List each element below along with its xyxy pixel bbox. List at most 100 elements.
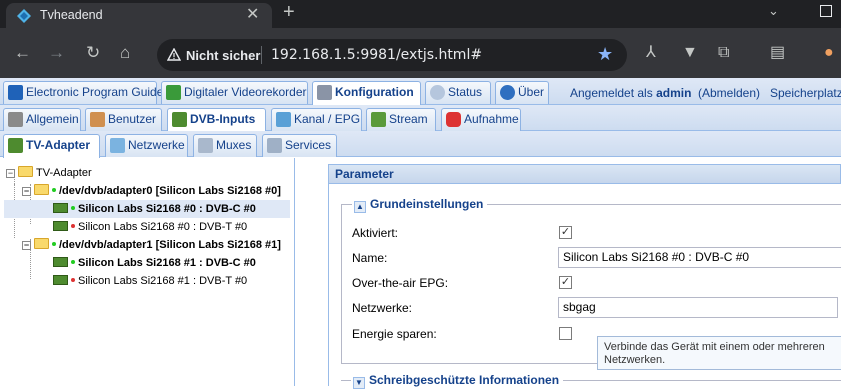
extensions-icon[interactable]: ⧉ bbox=[718, 44, 729, 62]
security-indicator[interactable]: Nicht sicher bbox=[167, 47, 260, 63]
vpn-icon[interactable]: ▼ bbox=[682, 44, 698, 62]
epg-icon bbox=[8, 85, 23, 100]
download-icon bbox=[166, 85, 181, 100]
tuner-card-icon bbox=[53, 221, 68, 231]
tv-icon bbox=[276, 112, 291, 127]
tab-epg[interactable]: Electronic Program Guide bbox=[3, 81, 163, 104]
status-dot-icon bbox=[52, 188, 56, 192]
tvheadend-favicon-icon bbox=[17, 9, 31, 23]
networks-tooltip: Verbinde das Gerät mit einem oder mehrer… bbox=[597, 336, 841, 370]
tuner-card-icon bbox=[8, 138, 23, 153]
tree-a1-dvbt[interactable]: Silicon Labs Si2168 #1 : DVB-T #0 bbox=[53, 272, 247, 290]
tab-configuration[interactable]: Konfiguration bbox=[312, 81, 421, 105]
tab-users[interactable]: Benutzer bbox=[85, 108, 162, 131]
collapse-icon[interactable]: − bbox=[6, 169, 15, 178]
antenna-icon bbox=[110, 138, 125, 153]
tab-status[interactable]: Status bbox=[425, 81, 491, 104]
home-icon[interactable]: ⌂ bbox=[120, 43, 130, 63]
rec-icon bbox=[446, 112, 461, 127]
parameter-header: Parameter bbox=[328, 164, 841, 184]
close-tab-icon[interactable]: ✕ bbox=[246, 5, 259, 25]
config-tabstrip: Allgemein Benutzer DVB-Inputs Kanal / EP… bbox=[0, 105, 841, 132]
profile-avatar[interactable]: ● bbox=[824, 44, 834, 62]
services-icon bbox=[267, 138, 282, 153]
tab-channel-epg[interactable]: Kanal / EPG bbox=[271, 108, 362, 131]
translate-icon[interactable]: ⅄ bbox=[646, 44, 656, 62]
tab-muxes[interactable]: Muxes bbox=[193, 134, 257, 157]
power-save-checkbox[interactable] bbox=[559, 327, 572, 340]
collapse-icon[interactable]: − bbox=[22, 241, 31, 250]
reload-icon[interactable]: ↻ bbox=[86, 43, 100, 63]
storage-label: Speicherplatz: bbox=[770, 86, 841, 100]
tree-a1-dvbc[interactable]: Silicon Labs Si2168 #1 : DVB-C #0 bbox=[53, 254, 256, 272]
status-dot-icon bbox=[71, 260, 75, 264]
power-save-label: Energie sparen: bbox=[352, 327, 437, 341]
main-tabstrip: Electronic Program Guide Digitaler Video… bbox=[0, 78, 841, 105]
tab-tv-adapters[interactable]: TV-Adapter bbox=[3, 134, 100, 158]
browser-tab[interactable]: Tvheadend ✕ bbox=[6, 3, 272, 28]
bookmark-star-icon[interactable]: ★ bbox=[597, 44, 613, 65]
tree-adapter1[interactable]: −/dev/dvb/adapter1 [Silicon Labs Si2168 … bbox=[22, 236, 281, 254]
status-dot-icon bbox=[71, 224, 75, 228]
new-tab-icon[interactable]: + bbox=[283, 2, 295, 22]
tuner-card-icon bbox=[53, 257, 68, 267]
browser-toolbar: ← → ↻ ⌂ Nicht sicher 192.168.1.5:9981/ex… bbox=[0, 28, 841, 78]
dvb-tabstrip: TV-Adapter Netzwerke Muxes Services bbox=[0, 131, 841, 158]
forward-icon[interactable]: → bbox=[48, 43, 65, 63]
readonly-fieldset: ▼ Schreibgeschützte Informationen bbox=[341, 372, 841, 390]
tab-dvr[interactable]: Digitaler Videorekorder bbox=[161, 81, 308, 104]
folder-icon bbox=[34, 238, 49, 249]
collapse-icon[interactable]: ▲ bbox=[354, 201, 366, 213]
tab-recording[interactable]: Aufnahme bbox=[441, 108, 521, 131]
tree-a0-dvbt[interactable]: Silicon Labs Si2168 #0 : DVB-T #0 bbox=[53, 218, 247, 236]
tuner-card-icon bbox=[53, 203, 68, 213]
tuner-card-icon bbox=[172, 112, 187, 127]
url-text[interactable]: 192.168.1.5:9981/extjs.html# bbox=[271, 47, 482, 63]
logout-link[interactable]: (Abmelden) bbox=[698, 86, 760, 100]
folder-icon bbox=[34, 184, 49, 195]
networks-label: Netzwerke: bbox=[352, 301, 413, 315]
folder-icon bbox=[18, 166, 33, 177]
collapse-icon[interactable]: − bbox=[22, 187, 31, 196]
parameter-body: ▲ Grundeinstellungen Aktiviert: ✓ Name: S… bbox=[328, 184, 841, 389]
window-maximize-icon[interactable] bbox=[820, 5, 832, 17]
address-separator bbox=[261, 46, 262, 64]
warning-icon bbox=[167, 48, 181, 61]
address-bar[interactable]: Nicht sicher 192.168.1.5:9981/extjs.html… bbox=[157, 39, 627, 71]
info-icon bbox=[500, 85, 515, 100]
wrench-icon bbox=[317, 85, 332, 100]
name-label: Name: bbox=[352, 251, 388, 265]
tree-adapter0[interactable]: −/dev/dvb/adapter0 [Silicon Labs Si2168 … bbox=[22, 182, 281, 200]
name-field[interactable]: Silicon Labs Si2168 #0 : DVB-C #0 bbox=[558, 247, 841, 268]
stream-icon bbox=[371, 112, 386, 127]
parameter-panel: Parameter ▲ Grundeinstellungen Aktiviert:… bbox=[328, 164, 841, 389]
tools-icon bbox=[8, 112, 23, 127]
browser-tabbar: Tvheadend ✕ + ⌄ bbox=[0, 0, 841, 28]
tab-dvb-inputs[interactable]: DVB-Inputs bbox=[167, 108, 266, 132]
tab-networks[interactable]: Netzwerke bbox=[105, 134, 188, 157]
tab-services[interactable]: Services bbox=[262, 134, 337, 157]
basic-settings-legend[interactable]: ▲ Grundeinstellungen bbox=[352, 196, 488, 213]
status-dot-icon bbox=[52, 242, 56, 246]
tab-about[interactable]: Über bbox=[495, 81, 549, 104]
tab-general[interactable]: Allgemein bbox=[3, 108, 81, 131]
ota-epg-checkbox[interactable]: ✓ bbox=[559, 276, 572, 289]
enabled-label: Aktiviert: bbox=[352, 226, 399, 240]
readonly-legend[interactable]: ▼ Schreibgeschützte Informationen bbox=[351, 372, 564, 389]
status-dot-icon bbox=[71, 278, 75, 282]
login-user: admin bbox=[656, 86, 692, 100]
reading-mode-icon[interactable]: ▤ bbox=[770, 44, 785, 62]
tree-root[interactable]: − TV-Adapter bbox=[6, 164, 92, 182]
back-icon[interactable]: ← bbox=[14, 43, 31, 63]
tree-a0-dvbc[interactable]: Silicon Labs Si2168 #0 : DVB-C #0 bbox=[4, 200, 290, 218]
networks-field[interactable]: sbgag bbox=[558, 297, 838, 318]
tvheadend-app: Electronic Program Guide Digitaler Video… bbox=[0, 78, 841, 389]
expand-icon[interactable]: ▼ bbox=[353, 377, 365, 389]
adapter-tree: − TV-Adapter −/dev/dvb/adapter0 [Silicon … bbox=[0, 158, 295, 386]
ota-epg-label: Over-the-air EPG: bbox=[352, 276, 449, 290]
tab-stream[interactable]: Stream bbox=[366, 108, 436, 131]
status-dot-icon bbox=[71, 206, 75, 210]
enabled-checkbox[interactable]: ✓ bbox=[559, 226, 572, 239]
tab-search-icon[interactable]: ⌄ bbox=[768, 3, 779, 19]
tuner-card-icon bbox=[53, 275, 68, 285]
